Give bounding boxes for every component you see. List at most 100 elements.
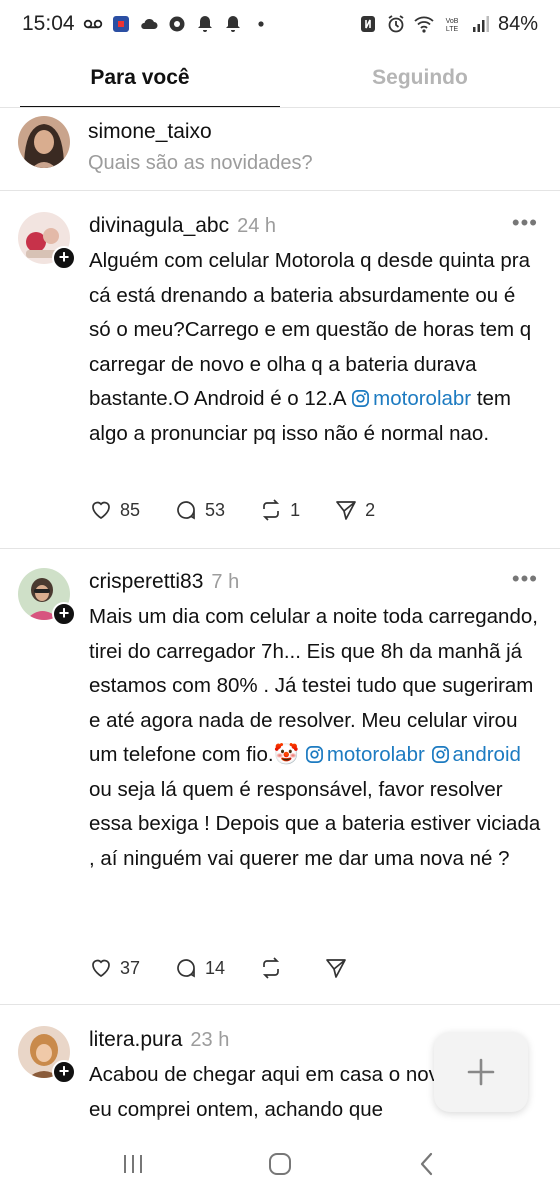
mention-link[interactable]: motorolabr (351, 387, 471, 410)
composer-input[interactable]: Quais são as novidades? (88, 152, 313, 175)
divider (0, 1004, 560, 1005)
share-button[interactable] (324, 956, 355, 980)
post: + divinagula_abc 24 h ••• Alguém com cel… (0, 212, 560, 548)
gear-notification-icon (167, 14, 187, 34)
comment-icon (177, 501, 195, 520)
reply-button[interactable]: 53 (174, 498, 225, 522)
divider (0, 190, 560, 191)
mention-text: motorolabr (326, 743, 425, 766)
status-bar: 15:04 VoB LTE 84% (0, 0, 560, 48)
post-username[interactable]: litera.pura (89, 1028, 182, 1052)
post-avatar[interactable]: + (18, 568, 76, 626)
recent-apps-button[interactable] (119, 1150, 147, 1178)
repost-icon (263, 957, 280, 979)
more-options-icon[interactable]: ••• (512, 212, 538, 234)
volte-icon: VoB LTE (442, 14, 462, 34)
back-icon (420, 1152, 432, 1176)
status-left: 15:04 (22, 12, 271, 36)
cloud-icon (139, 14, 159, 34)
post-actions: 37 14 (89, 956, 389, 980)
post-text: ou seja lá quem é responsável, favor res… (89, 777, 541, 870)
follow-plus-icon[interactable]: + (52, 1060, 76, 1084)
reply-count: 53 (205, 499, 226, 520)
instagram-icon (352, 390, 370, 407)
system-nav-bar (0, 1128, 560, 1200)
heart-icon (92, 959, 110, 978)
alarm-icon (386, 14, 406, 34)
instagram-icon (431, 746, 449, 763)
new-post-composer[interactable]: simone_taixo Quais são as novidades? (0, 112, 560, 190)
post-username[interactable]: crisperetti83 (89, 570, 203, 594)
post-timestamp: 23 h (190, 1029, 230, 1051)
mention-link[interactable]: android (431, 743, 521, 766)
svg-text:VoB: VoB (446, 18, 459, 25)
post-text: Alguém com celular Motorola q desde quin… (89, 249, 532, 410)
feed-tabs: Para você Seguindo (0, 48, 560, 108)
like-button[interactable]: 85 (89, 498, 140, 522)
post-header: litera.pura 23 h (89, 1028, 229, 1052)
repost-button[interactable] (259, 956, 290, 980)
bottom-fade (0, 1115, 560, 1129)
post-header: divinagula_abc 24 h (89, 214, 276, 238)
send-icon (326, 959, 346, 978)
plus-icon (467, 1058, 495, 1086)
composer-text: simone_taixo Quais são as novidades? (88, 116, 313, 175)
repost-button[interactable]: 1 (259, 498, 300, 522)
like-count: 85 (120, 499, 141, 520)
like-button[interactable]: 37 (89, 956, 140, 980)
new-post-button[interactable] (434, 1032, 528, 1112)
bell-icon (195, 14, 215, 34)
tab-label: Para você (90, 66, 190, 89)
nfc-icon (358, 14, 378, 34)
post-actions: 85 53 1 2 (89, 498, 409, 522)
send-icon (336, 501, 356, 520)
follow-plus-icon[interactable]: + (52, 602, 76, 626)
home-button[interactable] (266, 1150, 294, 1178)
comment-icon (177, 959, 195, 978)
battery-level: 84% (497, 12, 538, 35)
avatar (18, 116, 70, 168)
mention-text: android (452, 743, 521, 766)
status-time: 15:04 (22, 12, 75, 35)
post-avatar[interactable]: + (18, 212, 76, 270)
dot-icon (251, 14, 271, 34)
divider (0, 548, 560, 549)
mention-text: motorolabr (373, 387, 472, 410)
post-username[interactable]: divinagula_abc (89, 214, 229, 238)
recent-apps-icon (124, 1155, 143, 1173)
instagram-icon (305, 746, 323, 763)
tab-seguindo[interactable]: Seguindo (280, 48, 560, 108)
reply-button[interactable]: 14 (174, 956, 225, 980)
more-options-icon[interactable]: ••• (512, 568, 538, 590)
post-avatar[interactable]: + (18, 1026, 76, 1084)
home-icon (268, 1153, 291, 1175)
post-text: Mais um dia com celular a noite toda car… (89, 605, 538, 766)
repost-icon (263, 499, 280, 521)
reply-count: 14 (205, 957, 226, 978)
mention-link[interactable]: motorolabr (305, 743, 425, 766)
post: + crisperetti83 7 h ••• Mais um dia com … (0, 568, 560, 1004)
wifi-icon (414, 14, 434, 34)
post-text: Acabou de chegar aqui em casa o novo que… (89, 1063, 491, 1121)
repost-count: 1 (290, 499, 301, 520)
tabs-divider (0, 107, 560, 108)
tab-para-voce[interactable]: Para você (0, 48, 280, 108)
bell-icon (223, 14, 243, 34)
back-button[interactable] (413, 1150, 441, 1178)
post-body: Alguém com celular Motorola q desde quin… (89, 244, 541, 451)
follow-plus-icon[interactable]: + (52, 246, 76, 270)
status-right: VoB LTE 84% (358, 13, 538, 36)
share-button[interactable]: 2 (334, 498, 375, 522)
post-timestamp: 24 h (237, 215, 277, 237)
post-timestamp: 7 h (211, 571, 240, 593)
share-count: 2 (365, 499, 376, 520)
like-count: 37 (120, 957, 141, 978)
app-notification-icon (111, 14, 131, 34)
post-header: crisperetti83 7 h (89, 570, 239, 594)
svg-text:LTE: LTE (446, 26, 459, 33)
heart-icon (92, 501, 110, 520)
composer-username: simone_taixo (88, 120, 212, 143)
signal-icon (470, 14, 490, 34)
voicemail-icon (83, 14, 103, 34)
tab-label: Seguindo (372, 66, 468, 89)
